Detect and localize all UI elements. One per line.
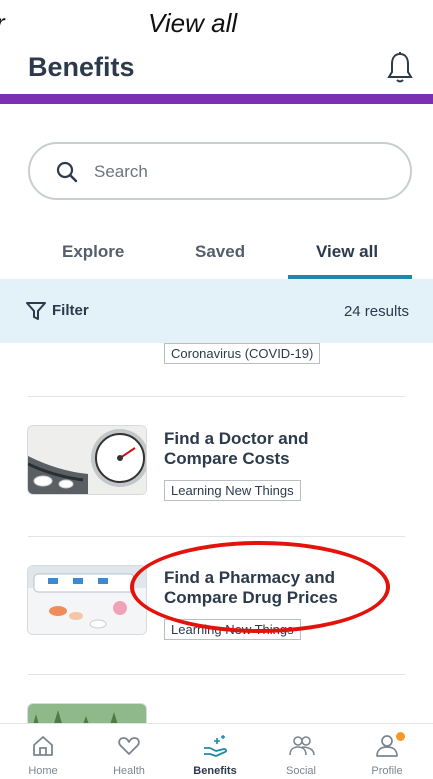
divider xyxy=(28,536,405,537)
nav-label: Social xyxy=(286,765,316,777)
bottom-nav: Home Health Benefits Social Profile xyxy=(0,723,433,779)
nav-profile[interactable]: Profile xyxy=(344,724,430,779)
divider xyxy=(28,674,405,675)
page-title: Benefits xyxy=(28,52,135,82)
tab-view-all[interactable]: View all xyxy=(316,242,378,262)
pill-organizer-image xyxy=(27,565,147,635)
filter-button[interactable]: Filter xyxy=(52,302,89,319)
item-title-line2: Compare Drug Prices xyxy=(164,588,338,607)
nav-label: Home xyxy=(28,765,58,777)
divider xyxy=(28,396,405,397)
item-title-line1: Find a Doctor and xyxy=(164,429,309,448)
bell-icon[interactable] xyxy=(385,50,415,86)
home-icon xyxy=(33,736,53,756)
tab-saved[interactable]: Saved xyxy=(195,242,245,262)
tab-explore[interactable]: Explore xyxy=(62,242,124,262)
item-title: Find a Doctor and Compare Costs xyxy=(164,429,309,469)
caption-strip: r View all xyxy=(0,0,433,44)
tab-bar: Explore Saved View all xyxy=(0,236,433,278)
results-count: 24 results xyxy=(343,303,409,320)
nav-benefits[interactable]: Benefits xyxy=(172,724,258,779)
hand-gift-icon xyxy=(204,735,227,757)
category-tag: Learning New Things xyxy=(164,480,301,501)
nav-health[interactable]: Health xyxy=(86,724,172,779)
search-icon xyxy=(56,161,78,183)
heart-icon xyxy=(118,737,140,755)
forest-image xyxy=(27,703,147,723)
search-input[interactable]: Search xyxy=(28,142,412,200)
filter-icon[interactable] xyxy=(26,301,46,321)
caption-right-text: View all xyxy=(148,8,238,38)
nav-label: Health xyxy=(113,765,145,777)
nav-social[interactable]: Social xyxy=(258,724,344,779)
nav-home[interactable]: Home xyxy=(0,724,86,779)
search-placeholder: Search xyxy=(94,162,148,181)
item-title-line2: Compare Costs xyxy=(164,449,290,468)
category-tag: Coronavirus (COVID-19) xyxy=(164,343,321,364)
caption-left-text: r xyxy=(0,8,5,39)
brand-divider xyxy=(0,94,433,104)
notification-badge xyxy=(396,732,405,741)
item-title: Find a Pharmacy and Compare Drug Prices xyxy=(164,568,338,608)
benefits-list: Coronavirus (COVID-19) Find a Doctor and… xyxy=(0,343,433,723)
nav-label: Benefits xyxy=(193,765,237,777)
app-header: Benefits xyxy=(0,44,433,94)
blood-pressure-gauge-image xyxy=(27,425,147,495)
item-title-line1: Find a Pharmacy and xyxy=(164,568,335,587)
filter-bar: Filter 24 results xyxy=(0,279,433,343)
category-tag: Learning New Things xyxy=(164,619,301,640)
nav-label: Profile xyxy=(371,765,403,777)
people-icon xyxy=(289,736,315,756)
